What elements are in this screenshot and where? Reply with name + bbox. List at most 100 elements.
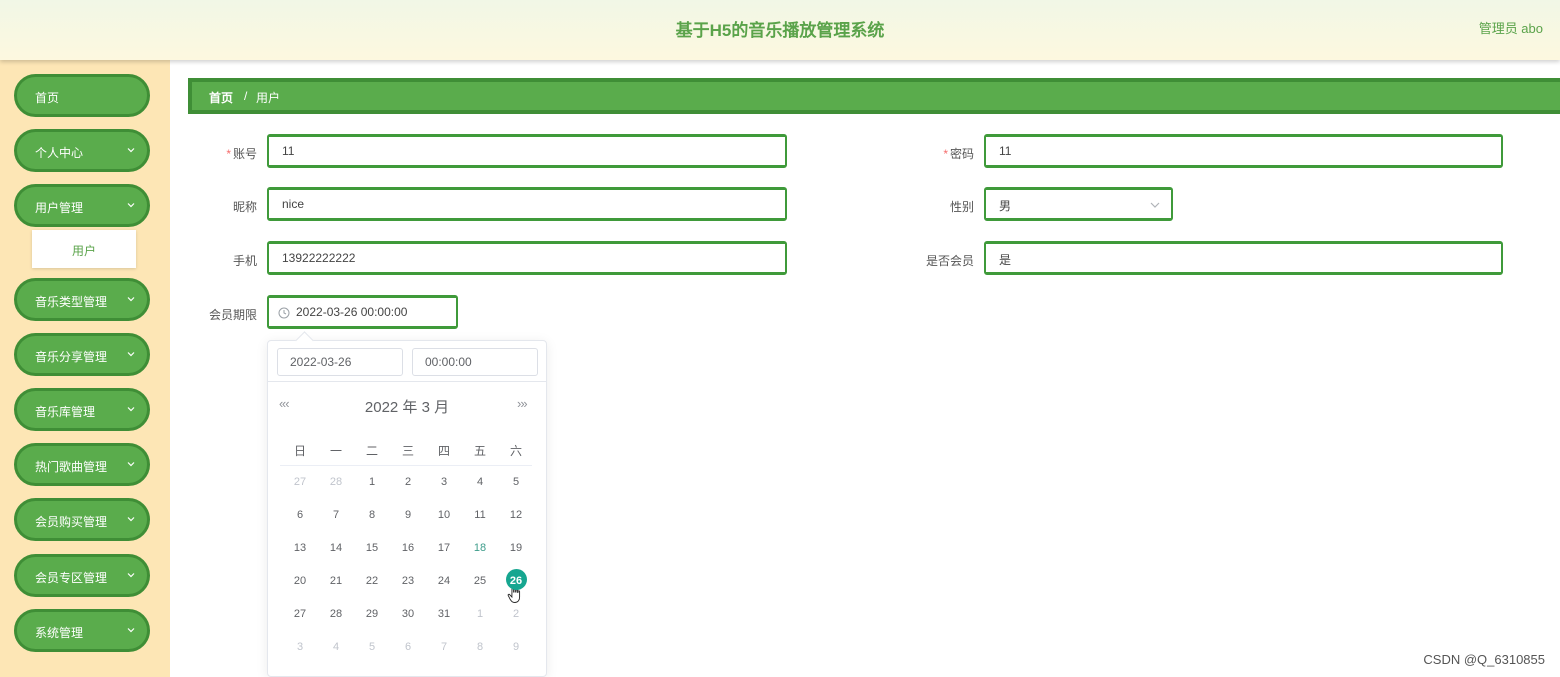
today-day-cell[interactable]: 18: [462, 542, 498, 554]
day-cell[interactable]: 8: [354, 509, 390, 521]
sidebar-item-6[interactable]: 热门歌曲管理: [14, 443, 150, 486]
sidebar-item-label: 音乐分享管理: [35, 350, 108, 364]
day-cell[interactable]: 23: [390, 575, 426, 587]
day-cell[interactable]: 21: [318, 575, 354, 587]
member-expiry-value: 2022-03-26 00:00:00: [296, 305, 408, 319]
weekday-label: 二: [365, 444, 378, 458]
day-cell[interactable]: 13: [282, 542, 318, 554]
weekday-label: 六: [509, 444, 522, 458]
password-label-text: 密码: [949, 147, 974, 161]
day-cell[interactable]: 22: [354, 575, 390, 587]
sidebar-item-label: 系统管理: [35, 626, 84, 640]
picker-date-input[interactable]: 2022-03-26: [277, 348, 403, 376]
day-cell[interactable]: 11: [462, 509, 498, 521]
day-cell[interactable]: 4: [462, 476, 498, 488]
chevron-down-icon: [127, 462, 135, 467]
breadcrumb-home[interactable]: 首页: [209, 89, 233, 106]
picker-month-header[interactable]: 2022 年 3 月: [268, 396, 546, 417]
sidebar-item-7[interactable]: 会员购买管理: [14, 498, 150, 541]
gender-label: 性别: [949, 200, 974, 214]
day-cell[interactable]: 29: [354, 608, 390, 620]
day-cell[interactable]: 27: [282, 476, 318, 488]
day-cell[interactable]: 12: [498, 509, 534, 521]
current-user[interactable]: 管理员 abo: [1479, 18, 1543, 37]
picker-time-input[interactable]: 00:00:00: [412, 348, 538, 376]
day-cell[interactable]: 8: [462, 641, 498, 653]
day-cell[interactable]: 7: [318, 509, 354, 521]
sidebar-item-label: 首页: [35, 91, 60, 105]
nickname-input[interactable]: nice: [267, 187, 787, 221]
day-cell[interactable]: 15: [354, 542, 390, 554]
sidebar-item-9[interactable]: 系统管理: [14, 609, 150, 652]
sidebar-item-label: 音乐库管理: [35, 405, 96, 419]
day-cell[interactable]: 14: [318, 542, 354, 554]
day-cell[interactable]: 10: [426, 509, 462, 521]
chevron-down-icon: [127, 628, 135, 633]
day-cell[interactable]: 4: [318, 641, 354, 653]
day-cell[interactable]: 6: [282, 509, 318, 521]
datetime-picker-panel: 2022-03-26 00:00:00 «‹ 2022 年 3 月 ›» 日一二…: [267, 331, 547, 677]
chevron-down-icon: [127, 148, 135, 153]
chevron-down-icon: [127, 573, 135, 578]
password-input[interactable]: 11: [984, 134, 1503, 168]
account-label-text: 账号: [232, 147, 257, 161]
phone-input[interactable]: 13922222222: [267, 241, 787, 275]
weekday-label: 三: [401, 444, 414, 458]
sidebar-item-2[interactable]: 用户管理: [14, 184, 150, 227]
selected-day-cell[interactable]: 26: [498, 569, 534, 590]
sidebar-item-0[interactable]: 首页: [14, 74, 150, 117]
sidebar-subitem-user[interactable]: 用户: [32, 230, 136, 268]
day-cell[interactable]: 24: [426, 575, 462, 587]
day-cell[interactable]: 3: [426, 476, 462, 488]
day-cell[interactable]: 6: [390, 641, 426, 653]
sidebar-item-3[interactable]: 音乐类型管理: [14, 278, 150, 321]
day-cell[interactable]: 2: [390, 476, 426, 488]
member-expiry-label: 会员期限: [208, 308, 257, 322]
day-cell[interactable]: 28: [318, 608, 354, 620]
member-expiry-input[interactable]: 2022-03-26 00:00:00: [267, 295, 458, 329]
sidebar-item-1[interactable]: 个人中心: [14, 129, 150, 172]
sidebar-item-label: 个人中心: [35, 146, 84, 160]
day-cell[interactable]: 17: [426, 542, 462, 554]
day-cell[interactable]: 20: [282, 575, 318, 587]
day-cell[interactable]: 30: [390, 608, 426, 620]
day-cell[interactable]: 3: [282, 641, 318, 653]
day-cell[interactable]: 5: [354, 641, 390, 653]
chevron-down-icon: [1150, 202, 1160, 208]
day-cell[interactable]: 1: [462, 608, 498, 620]
breadcrumb: 首页 / 用户: [188, 78, 1560, 114]
day-cell[interactable]: 31: [426, 608, 462, 620]
sidebar-item-4[interactable]: 音乐分享管理: [14, 333, 150, 376]
day-cell[interactable]: 7: [426, 641, 462, 653]
day-cell[interactable]: 5: [498, 476, 534, 488]
sidebar-item-label: 用户管理: [35, 201, 84, 215]
day-cell[interactable]: 16: [390, 542, 426, 554]
day-cell[interactable]: 27: [282, 608, 318, 620]
day-cell[interactable]: 1: [354, 476, 390, 488]
sidebar-item-5[interactable]: 音乐库管理: [14, 388, 150, 431]
account-input[interactable]: 11: [267, 134, 787, 168]
day-cell[interactable]: 9: [498, 641, 534, 653]
chevron-down-icon: [127, 297, 135, 302]
is-member-input[interactable]: 是: [984, 241, 1503, 275]
day-cell[interactable]: 2: [498, 608, 534, 620]
day-cell[interactable]: 28: [318, 476, 354, 488]
next-month-year-nav[interactable]: ›»: [517, 396, 528, 411]
day-cell[interactable]: 19: [498, 542, 534, 554]
weekday-label: 日: [293, 444, 306, 458]
sidebar-subitem-label: 用户: [71, 244, 96, 258]
top-header: 基于H5的音乐播放管理系统 管理员 abo: [0, 0, 1560, 60]
app-title: 基于H5的音乐播放管理系统: [675, 21, 885, 40]
watermark-text: CSDN @Q_6310855: [1423, 652, 1545, 667]
gender-select[interactable]: 男: [984, 187, 1173, 221]
breadcrumb-current: 用户: [256, 91, 281, 105]
picker-arrow: [295, 331, 314, 350]
account-label: * 账号: [177, 145, 257, 162]
sidebar-item-8[interactable]: 会员专区管理: [14, 554, 150, 597]
day-cell[interactable]: 25: [462, 575, 498, 587]
nickname-label: 昵称: [232, 200, 257, 214]
breadcrumb-separator: /: [244, 89, 248, 103]
sidebar-item-label: 会员专区管理: [35, 571, 108, 585]
day-cell[interactable]: 9: [390, 509, 426, 521]
sidebar-item-label: 热门歌曲管理: [35, 460, 108, 474]
